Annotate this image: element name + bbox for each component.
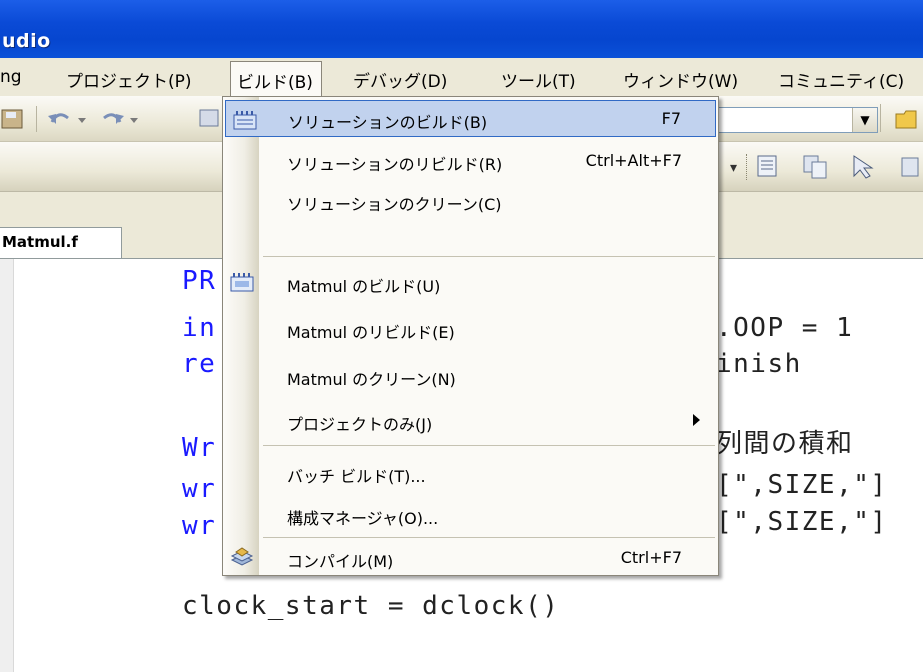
code-line-7-right: [",SIZE,"] [716,507,888,537]
toolbar-grip [746,154,747,180]
submenu-arrow-icon [693,414,700,426]
menu-item-build[interactable]: ビルド(B) [230,61,322,96]
menu-item-window[interactable]: ウィンドウ(W) [623,67,738,92]
code-line-2-right: .OOP = 1 [716,313,854,343]
code-line-3-left: re [182,349,217,379]
menu-shortcut: Ctrl+F7 [620,548,682,567]
menu-clean-project[interactable]: Matmul のクリーン(N) [223,356,720,396]
menu-label: ソリューションのクリーン(C) [287,195,502,214]
save-all-icon[interactable] [0,104,30,134]
code-line-5-right: 列間の積和 [716,429,854,459]
menu-label: ソリューションのビルド(B) [288,113,488,132]
chevron-down-icon[interactable]: ▼ [852,108,877,132]
menu-configuration-manager[interactable]: 構成マネージャ(O)... [223,495,720,535]
menu-build-solution[interactable]: ソリューションのビルド(B) F7 [225,100,716,137]
toolbar-extra-icon[interactable] [896,150,923,182]
menu-label: ソリューションのリビルド(R) [287,155,503,174]
undo-icon[interactable] [44,106,98,132]
toolbar-document-icon[interactable] [752,150,784,182]
menu-rebuild-solution[interactable]: ソリューションのリビルド(R) Ctrl+Alt+F7 [223,141,720,181]
menu-rebuild-project[interactable]: Matmul のリビルド(E) [223,309,720,349]
menu-item-project[interactable]: プロジェクト(P) [66,67,192,92]
menu-shortcut: F7 [661,109,681,128]
title-bar: udio [0,0,923,58]
menu-item-community[interactable]: コミュニティ(C) [778,67,904,92]
menu-build-project[interactable]: Matmul のビルド(U) [223,263,720,303]
code-line-5-left: Wr [182,433,217,463]
code-line-6-left: wr [182,474,217,504]
menu-bar: ng プロジェクト(P) ビルド(B) デバッグ(D) ツール(T) ウィンドウ… [0,58,923,96]
compile-icon [230,547,254,566]
build-menu-dropdown: ソリューションのビルド(B) F7 ソリューションのリビルド(R) Ctrl+A… [222,96,719,576]
menu-label: バッチ ビルド(T)... [287,467,426,486]
code-line-9: clock_start = dclock() [182,591,560,621]
build-project-icon [230,273,254,292]
code-line-7-left: wr [182,511,217,541]
menu-batch-build[interactable]: バッチ ビルド(T)... [223,453,720,493]
toolbar-pointer-icon[interactable] [846,150,886,182]
menu-compile[interactable]: コンパイル(M) Ctrl+F7 [223,538,720,578]
toolbar-copy-icon[interactable] [798,150,836,182]
menu-separator [263,445,715,446]
toolbar-overflow-icon[interactable]: ▾ [730,160,737,176]
menu-label: Matmul のリビルド(E) [287,323,455,342]
menu-label: コンパイル(M) [287,552,394,571]
open-folder-icon[interactable] [892,104,923,134]
menu-label: Matmul のクリーン(N) [287,370,456,389]
menu-label: 構成マネージャ(O)... [287,509,439,528]
menu-label: プロジェクトのみ(J) [287,415,433,434]
tab-matmul-f[interactable]: Matmul.f [0,227,122,258]
menu-item-debug[interactable]: デバッグ(D) [353,67,447,92]
menu-label: Matmul のビルド(U) [287,277,441,296]
code-line-6-right: [",SIZE,"] [716,470,888,500]
menu-separator [263,256,715,257]
redo-icon[interactable] [98,106,152,132]
menu-shortcut: Ctrl+Alt+F7 [585,151,682,170]
code-line-1-left: PR [182,266,217,296]
build-solution-icon [233,111,257,130]
menu-project-only[interactable]: プロジェクトのみ(J) [223,401,720,441]
menu-item-window-truncated[interactable]: ng [0,67,22,87]
toolbar-separator [880,104,881,132]
code-line-2-left: in [182,313,217,343]
menu-clean-solution[interactable]: ソリューションのクリーン(C) [223,181,720,221]
editor-gutter [0,259,14,672]
code-line-3-right: inish [716,349,802,379]
windows-icon[interactable] [196,104,222,132]
toolbar-separator [36,106,37,132]
window-title: udio [2,30,51,52]
menu-item-tools[interactable]: ツール(T) [501,67,576,92]
